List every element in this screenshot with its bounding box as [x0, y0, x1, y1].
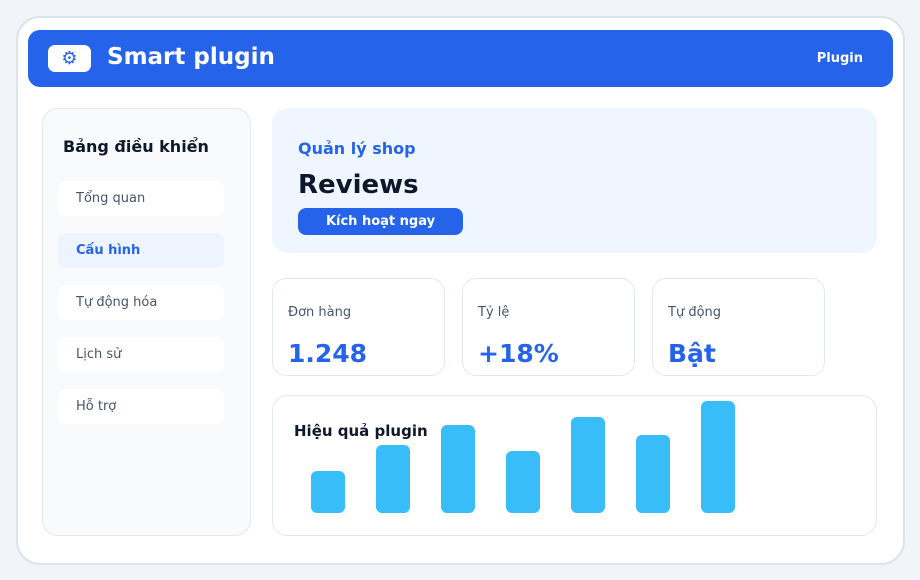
chart-bar	[506, 451, 540, 513]
hero-panel: Quản lý shop Reviews Kích hoạt ngay	[272, 108, 877, 253]
performance-bar-chart	[311, 401, 735, 513]
stat-card-rate: Tỷ lệ +18%	[462, 278, 635, 376]
sidebar-item-overview[interactable]: Tổng quan	[58, 181, 224, 216]
stat-value: Bật	[668, 339, 716, 368]
top-header: ⚙ Smart plugin Plugin	[28, 30, 893, 87]
app-title: Smart plugin	[107, 44, 275, 70]
stat-label: Tỷ lệ	[478, 305, 510, 320]
sidebar-item-history[interactable]: Lịch sử	[58, 337, 224, 372]
chart-bar	[311, 471, 345, 513]
stat-card-auto: Tự động Bật	[652, 278, 825, 376]
hero-title: Reviews	[298, 170, 419, 200]
sidebar-item-support[interactable]: Hỗ trợ	[58, 389, 224, 424]
plugin-link[interactable]: Plugin	[817, 51, 863, 66]
stat-value: 1.248	[288, 339, 368, 368]
stat-label: Đơn hàng	[288, 305, 352, 320]
stat-label: Tự động	[668, 305, 722, 320]
chart-bar	[441, 425, 475, 513]
performance-chart-card: Hiệu quả plugin	[272, 395, 877, 536]
chart-bar	[571, 417, 605, 513]
chart-bar	[636, 435, 670, 513]
activate-button[interactable]: Kích hoạt ngay	[298, 208, 463, 235]
chart-bar	[701, 401, 735, 513]
stat-value: +18%	[478, 339, 559, 368]
sidebar-item-settings[interactable]: Cấu hình	[58, 233, 224, 268]
sidebar-title: Bảng điều khiển	[63, 137, 209, 156]
stat-card-orders: Đơn hàng 1.248	[272, 278, 445, 376]
hero-subtitle: Quản lý shop	[298, 139, 416, 158]
sidebar: Bảng điều khiển Tổng quan Cấu hình Tự độ…	[42, 108, 251, 536]
sidebar-item-automation[interactable]: Tự động hóa	[58, 285, 224, 320]
gear-icon[interactable]: ⚙	[48, 45, 91, 72]
chart-bar	[376, 445, 410, 513]
